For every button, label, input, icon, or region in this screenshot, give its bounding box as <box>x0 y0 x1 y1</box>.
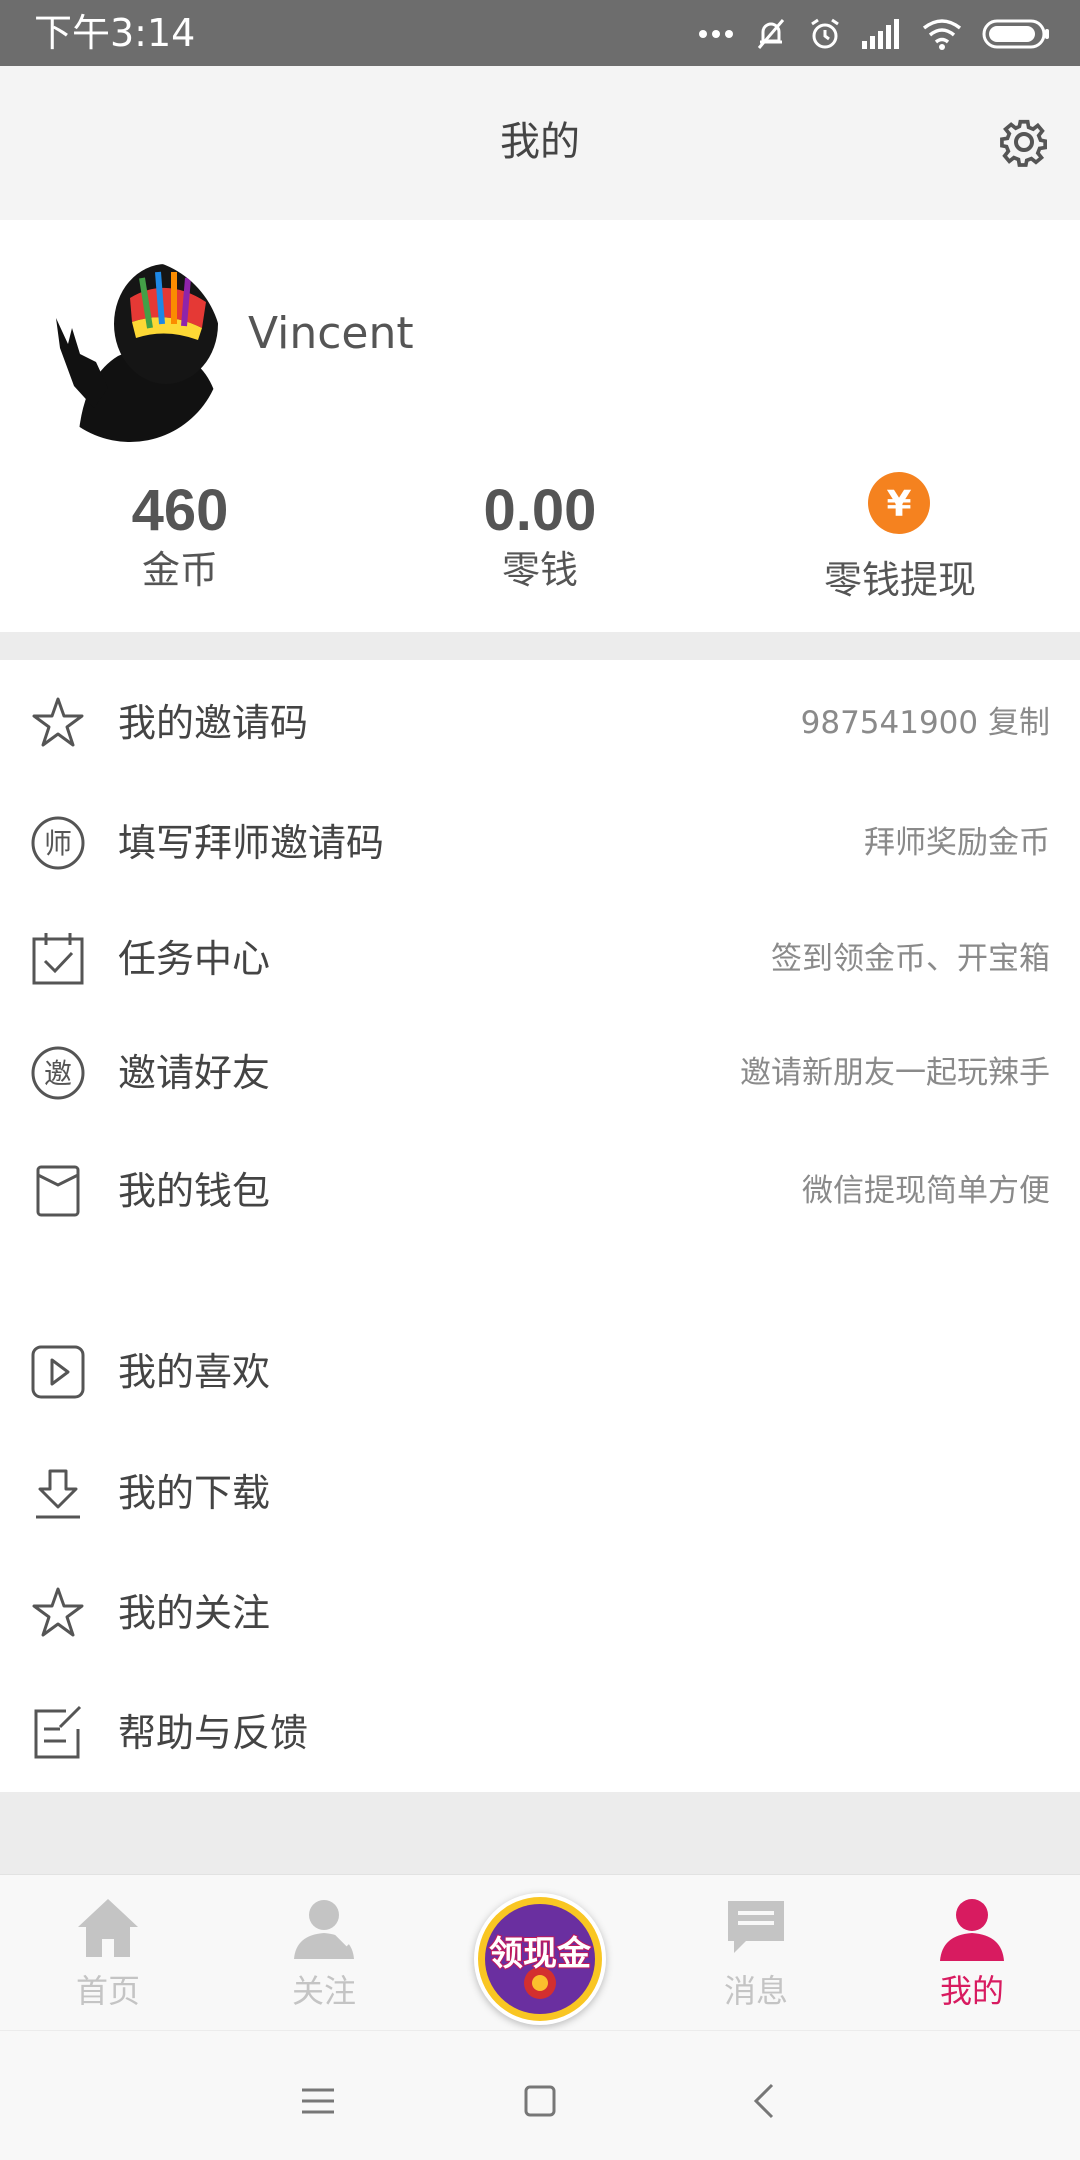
back-chevron-icon[interactable] <box>736 2071 796 2131</box>
home-icon <box>78 1899 138 1957</box>
menu-hint: 微信提现简单方便 <box>802 1173 1050 1209</box>
page-title: 我的 <box>500 119 580 165</box>
menu-primary: 我的邀请码 987541900 复制 师 填写拜师邀请码 拜师奖励金币 任务中心… <box>0 660 1080 1260</box>
coins-value: 460 <box>131 478 229 543</box>
tab-follow[interactable]: 关注 <box>216 1875 432 2031</box>
menu-hint: 签到领金币、开宝箱 <box>771 941 1050 977</box>
menu-item-downloads[interactable]: 我的下载 <box>0 1438 1080 1548</box>
coins-label: 金币 <box>141 548 218 592</box>
calendar-check-icon <box>32 933 84 985</box>
mute-bell-icon <box>757 19 785 49</box>
coins-stat[interactable]: 460 金币 <box>0 478 360 594</box>
menu-item-master-code[interactable]: 师 填写拜师邀请码 拜师奖励金币 <box>0 788 1080 898</box>
menu-label: 邀请好友 <box>118 1051 271 1095</box>
tab-label: 我的 <box>939 1972 1004 2010</box>
menu-label: 我的关注 <box>118 1591 271 1635</box>
menu-label: 我的下载 <box>118 1471 271 1515</box>
star-icon <box>32 1587 84 1637</box>
menu-item-task-center[interactable]: 任务中心 签到领金币、开宝箱 <box>0 904 1080 1014</box>
menu-item-help-feedback[interactable]: 帮助与反馈 <box>0 1678 1080 1788</box>
avatar-image <box>38 258 222 442</box>
follow-icon <box>294 1900 354 1959</box>
withdraw-button[interactable]: 零钱提现 <box>720 556 1080 604</box>
star-icon <box>32 697 84 747</box>
wallet-icon <box>36 1165 80 1217</box>
edit-icon <box>34 1705 82 1759</box>
withdraw-icon[interactable]: ¥ <box>868 472 930 534</box>
more-dots-icon <box>699 30 733 38</box>
change-label: 零钱 <box>501 548 578 592</box>
yuan-glyph: ¥ <box>886 484 911 525</box>
message-icon <box>728 1901 784 1953</box>
tab-profile[interactable]: 我的 <box>864 1875 1080 2031</box>
menu-item-invite-code[interactable]: 我的邀请码 987541900 复制 <box>0 668 1080 778</box>
menu-hint: 拜师奖励金币 <box>864 825 1050 861</box>
get-cash-button[interactable]: 领现金 <box>474 1893 606 2025</box>
menu-secondary: 我的喜欢 我的下载 我的关注 帮助与反馈 <box>0 1260 1080 1792</box>
wifi-icon <box>922 19 962 50</box>
home-square-icon[interactable] <box>510 2071 570 2131</box>
gear-icon <box>1000 119 1048 167</box>
menu-label: 填写拜师邀请码 <box>118 821 385 865</box>
status-bar: 下午3:14 <box>0 0 1080 66</box>
menu-item-following[interactable]: 我的关注 <box>0 1558 1080 1668</box>
svg-text:邀: 邀 <box>44 1057 72 1090</box>
cash-reward-icon: 领现金 <box>478 1897 602 2021</box>
menu-label: 我的喜欢 <box>118 1350 271 1394</box>
menu-item-invite-friends[interactable]: 邀 邀请好友 邀请新朋友一起玩辣手 <box>0 1018 1080 1128</box>
profile-card: Vincent 460 金币 0.00 零钱 ¥ 零钱提现 <box>0 220 1080 632</box>
bottom-tab-bar: 首页 关注 领现金 消息 我的 <box>0 1874 1080 2030</box>
center-button-text: 领现金 <box>489 1934 592 1974</box>
menu-label: 我的钱包 <box>118 1169 271 1213</box>
menu-icon[interactable] <box>288 2071 348 2131</box>
menu-label: 帮助与反馈 <box>118 1711 309 1755</box>
status-icons <box>698 12 1050 56</box>
tab-label: 首页 <box>75 1972 140 2010</box>
menu-label: 我的邀请码 <box>118 701 309 745</box>
tab-label: 消息 <box>723 1972 788 2010</box>
app-header: 我的 <box>0 66 1080 220</box>
menu-label: 任务中心 <box>118 937 271 981</box>
play-icon <box>31 1345 85 1399</box>
system-nav-bar <box>0 2030 1080 2160</box>
invite-icon: 邀 <box>31 1046 85 1100</box>
invite-code-copy[interactable]: 987541900 复制 <box>801 702 1050 744</box>
download-icon <box>36 1469 80 1519</box>
menu-item-likes[interactable]: 我的喜欢 <box>0 1317 1080 1427</box>
tab-label: 关注 <box>291 1972 356 2010</box>
settings-button[interactable] <box>996 114 1052 170</box>
change-value: 0.00 <box>483 478 597 543</box>
signal-icon <box>862 19 899 49</box>
tab-messages[interactable]: 消息 <box>648 1875 864 2031</box>
avatar[interactable] <box>38 258 222 442</box>
battery-icon <box>982 19 1049 49</box>
menu-item-wallet[interactable]: 我的钱包 微信提现简单方便 <box>0 1136 1080 1246</box>
master-icon: 师 <box>31 816 85 870</box>
change-stat[interactable]: 0.00 零钱 <box>360 478 720 594</box>
username: Vincent <box>248 308 414 359</box>
tab-home[interactable]: 首页 <box>0 1875 216 2031</box>
profile-icon <box>940 1899 1004 1961</box>
alarm-icon <box>811 18 839 49</box>
status-time: 下午3:14 <box>34 11 196 55</box>
menu-hint: 邀请新朋友一起玩辣手 <box>740 1055 1050 1091</box>
svg-text:师: 师 <box>44 827 72 860</box>
